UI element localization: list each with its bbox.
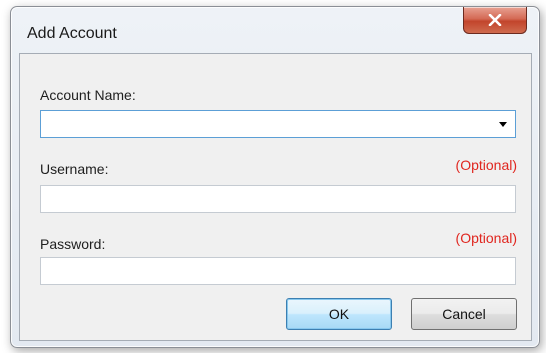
dialog-body: Account Name: Username: (Optional) Passw… xyxy=(19,53,532,341)
username-field[interactable] xyxy=(40,185,516,213)
account-name-combobox[interactable] xyxy=(40,110,516,138)
ok-button[interactable]: OK xyxy=(286,298,392,330)
chevron-down-icon[interactable] xyxy=(499,122,507,127)
cancel-button[interactable]: Cancel xyxy=(411,298,517,330)
add-account-dialog: Add Account Account Name: Username: (Opt… xyxy=(10,6,540,348)
username-optional-note: (Optional) xyxy=(455,157,517,173)
password-label: Password: xyxy=(40,236,106,252)
account-name-label: Account Name: xyxy=(40,87,136,103)
window-title: Add Account xyxy=(27,25,117,42)
username-label: Username: xyxy=(40,161,109,177)
close-button[interactable] xyxy=(463,7,527,34)
close-icon xyxy=(488,14,502,26)
title-bar: Add Account xyxy=(11,7,539,53)
password-optional-note: (Optional) xyxy=(455,230,517,246)
password-field[interactable] xyxy=(40,257,516,285)
